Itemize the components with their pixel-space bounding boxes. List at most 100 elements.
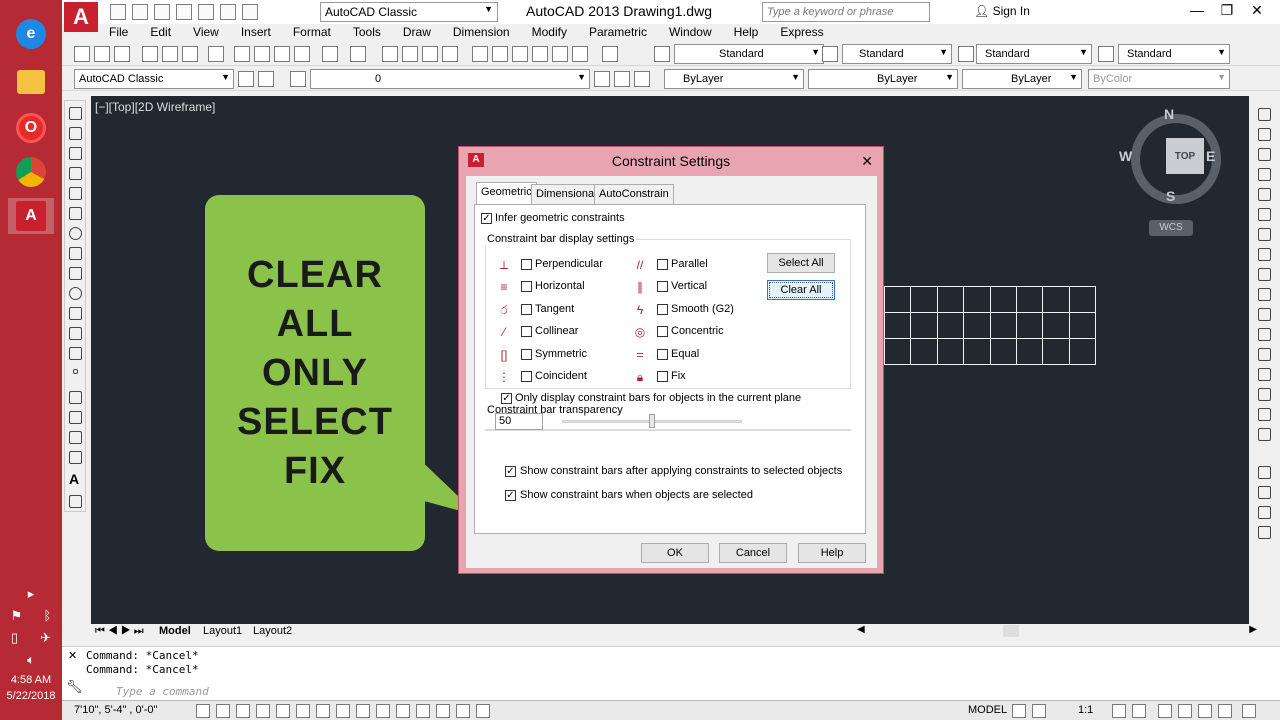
infer-constraints-checkbox[interactable]: ✓ [481,213,492,224]
redo-icon[interactable] [350,46,366,62]
lock-ui-icon[interactable] [1178,704,1192,718]
hardware-accel-icon[interactable] [1198,704,1212,718]
offset-icon[interactable] [1258,168,1271,181]
wrench-icon[interactable]: 🔧︎ [66,679,83,695]
snap-icon[interactable] [216,704,230,718]
dim-style-select[interactable]: Standard ▼ [842,44,952,64]
construction-line-icon[interactable] [69,127,82,140]
extend-icon[interactable] [1258,308,1271,321]
workspace-select[interactable]: AutoCAD Classic ▼ [320,2,498,22]
search-input[interactable]: Type a keyword or phrase [762,2,930,22]
concentric-checkbox[interactable] [657,326,668,337]
workspace-switching-icon[interactable] [1158,704,1172,718]
quick-props-icon[interactable] [436,704,450,718]
line-icon[interactable] [69,107,82,120]
text-style-select[interactable]: Standard ▼ [674,44,824,64]
horizontal-checkbox[interactable] [521,281,532,292]
help-button[interactable]: Help [798,543,866,563]
compass-east[interactable]: E [1206,148,1215,164]
markup-icon[interactable] [552,46,568,62]
compass-west[interactable]: W [1119,148,1132,164]
dialog-close-button[interactable]: ✕ [861,153,873,170]
save-icon[interactable] [114,46,130,62]
join-icon[interactable] [1258,348,1271,361]
copy-icon[interactable] [254,46,270,62]
annotation-visibility-icon[interactable] [1112,704,1126,718]
trim-icon[interactable] [1258,288,1271,301]
horizontal-scrollbar[interactable]: ◀ ▶ [857,624,1257,639]
taskbar-app-opera[interactable]: O [8,110,54,146]
menu-tools[interactable]: Tools [342,24,392,42]
pan-icon[interactable] [382,46,398,62]
stretch-icon[interactable] [1258,268,1271,281]
draworder-back-icon[interactable] [1258,486,1271,499]
3d-print-icon[interactable] [208,46,224,62]
zoom-previous-icon[interactable] [442,46,458,62]
table-style-select[interactable]: Standard ▼ [976,44,1092,64]
show-after-checkbox[interactable]: ✓ [505,466,516,477]
tab-geometric[interactable]: Geometric [476,182,537,205]
tab-dimensional[interactable]: Dimensional [531,184,602,204]
workspace-settings-icon[interactable] [238,71,254,87]
tray-expand-icon[interactable]: ▸ [0,586,62,602]
add-selected-icon[interactable] [69,495,82,508]
open-icon[interactable] [94,46,110,62]
scroll-left-icon[interactable]: ◀ [857,624,865,635]
equal-checkbox[interactable] [657,349,668,360]
3d-osnap-icon[interactable] [316,704,330,718]
ortho-icon[interactable] [256,704,270,718]
explode-icon[interactable] [1258,428,1271,441]
zoom-realtime-icon[interactable] [402,46,418,62]
quick-view-layouts-icon[interactable] [1012,704,1026,718]
tool-palettes-icon[interactable] [512,46,528,62]
design-center-icon[interactable] [492,46,508,62]
mleader-style-select[interactable]: Standard ▼ [1118,44,1230,64]
annotation-scale[interactable]: 1:1 [1078,704,1093,716]
sheet-set-icon[interactable] [532,46,548,62]
wcs-menu[interactable]: WCS [1149,220,1193,236]
ellipse-arc-icon[interactable] [69,307,82,320]
clean-screen-icon[interactable] [1242,704,1256,718]
layer-properties-icon[interactable] [290,71,306,87]
customize-icon[interactable] [258,71,274,87]
ellipse-icon[interactable] [69,287,82,300]
scroll-right-icon[interactable]: ▶ [1249,624,1257,635]
layer-state-icon[interactable] [634,71,650,87]
otrack-icon[interactable] [336,704,350,718]
save-icon[interactable] [154,4,170,20]
workspace-select-2[interactable]: AutoCAD Classic ▼ [74,69,234,89]
rotate-icon[interactable] [1258,228,1271,241]
arc-icon[interactable] [69,207,82,220]
circle-icon[interactable] [69,227,82,240]
dim-style-icon[interactable] [822,46,838,62]
tab-model[interactable]: Model [159,625,191,637]
transparency-input[interactable]: 50 [495,413,543,430]
insert-block-icon[interactable] [69,327,82,340]
scale-icon[interactable] [1258,248,1271,261]
layer-previous-icon[interactable] [614,71,630,87]
polar-icon[interactable] [276,704,290,718]
smooth-checkbox[interactable] [657,304,668,315]
volume-icon[interactable]: 🔈︎ [0,652,62,668]
clock-date[interactable]: 5/22/2018 [0,690,62,702]
selection-cycling-icon[interactable] [456,704,470,718]
fillet-icon[interactable] [1258,388,1271,401]
clock-time[interactable]: 4:58 AM [0,674,62,686]
auto-scale-icon[interactable] [1132,704,1146,718]
draworder-front-icon[interactable] [1258,466,1271,479]
compass-south[interactable]: S [1166,188,1175,204]
infer-constraints-icon[interactable] [196,704,210,718]
minimize-button[interactable]: — [1182,0,1212,22]
menu-modify[interactable]: Modify [521,24,578,42]
flag-icon[interactable]: ⚑ [11,608,23,624]
ok-button[interactable]: OK [641,543,709,563]
menu-edit[interactable]: Edit [139,24,182,42]
sign-in-link[interactable]: 👤︎ Sign In [974,4,1030,18]
menu-express[interactable]: Express [769,24,834,42]
select-all-button[interactable]: Select All [767,253,835,273]
quick-view-drawings-icon[interactable] [1032,704,1046,718]
table-icon[interactable] [69,451,82,464]
print-icon[interactable] [198,4,214,20]
tab-layout1[interactable]: Layout1 [203,625,242,637]
vertical-checkbox[interactable] [657,281,668,292]
